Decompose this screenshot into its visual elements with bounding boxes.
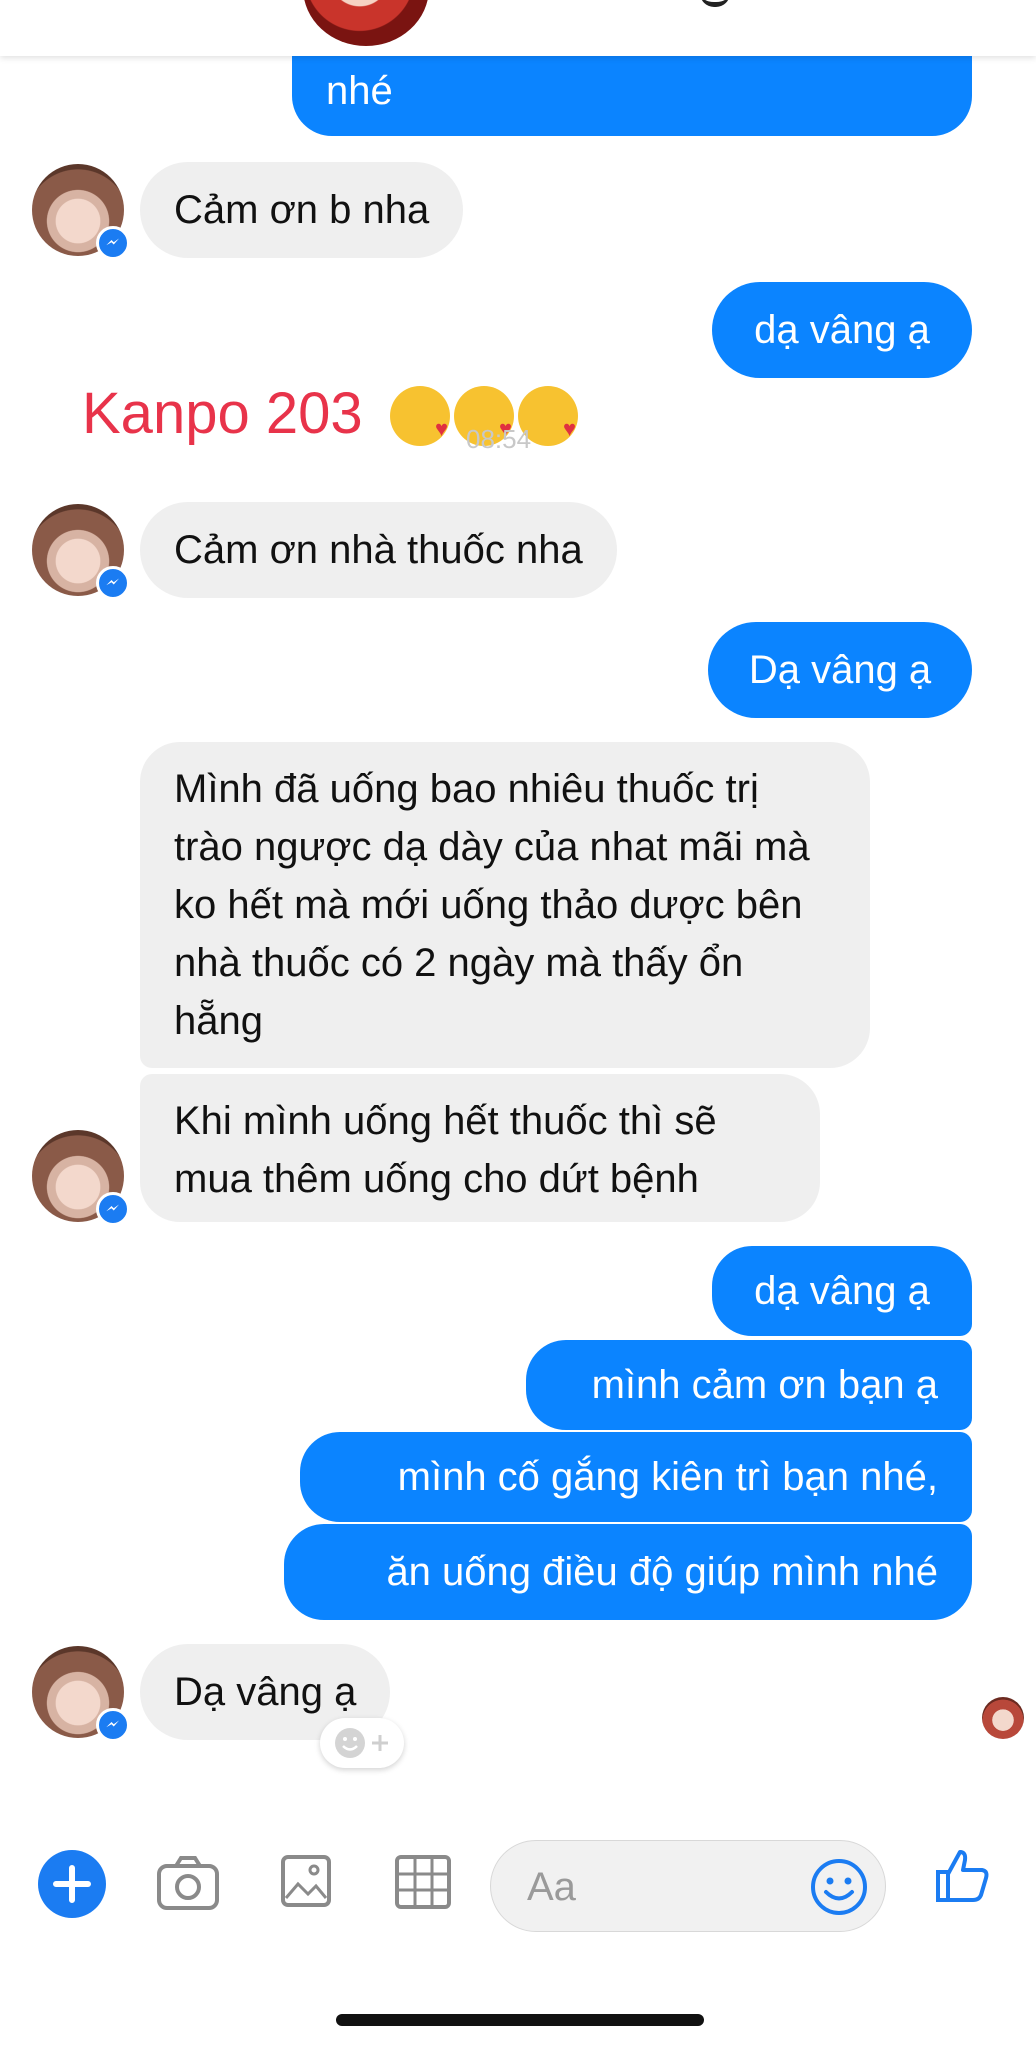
- contact-avatar[interactable]: [32, 1130, 130, 1226]
- message-timestamp: 08:54: [466, 424, 532, 454]
- seen-indicator-avatar: [982, 1697, 1024, 1739]
- message-bubble-incoming[interactable]: Khi mình uống hết thuốc thì sẽ mua thêm …: [140, 1074, 820, 1222]
- contact-avatar[interactable]: [32, 504, 130, 600]
- home-indicator[interactable]: [336, 2014, 704, 2026]
- chat-header: [0, 0, 1036, 56]
- add-reaction-button[interactable]: [320, 1718, 404, 1768]
- message-bubble-outgoing[interactable]: nhé: [292, 48, 972, 136]
- message-bubble-outgoing[interactable]: dạ vâng ạ: [712, 1246, 972, 1336]
- kiss-emoji-icon: ♥: [390, 386, 450, 446]
- smile-reaction-icon: [335, 1728, 365, 1758]
- message-bubble-incoming[interactable]: Mình đã uống bao nhiêu thuốc trị trào ng…: [140, 742, 870, 1068]
- message-bubble-outgoing[interactable]: mình cố gắng kiên trì bạn nhé,: [300, 1432, 972, 1522]
- contact-avatar[interactable]: [32, 1646, 130, 1742]
- camera-icon[interactable]: [156, 1854, 220, 1912]
- messenger-icon: [96, 226, 130, 260]
- messenger-icon: [96, 1192, 130, 1226]
- overlay-caption: Kanpo 203: [82, 381, 363, 446]
- contact-avatar[interactable]: [32, 164, 130, 260]
- messenger-icon: [96, 1708, 130, 1742]
- message-bubble-outgoing[interactable]: dạ vâng ạ: [712, 282, 972, 378]
- like-icon[interactable]: [932, 1846, 992, 1906]
- messenger-icon: [96, 566, 130, 600]
- message-bubble-outgoing[interactable]: mình cảm ơn bạn ạ: [526, 1340, 972, 1430]
- image-icon[interactable]: [280, 1854, 332, 1908]
- sticker-grid-icon[interactable]: [394, 1854, 452, 1910]
- message-bubble-incoming[interactable]: Cảm ơn nhà thuốc nha: [140, 502, 617, 598]
- message-bubble-incoming[interactable]: Cảm ơn b nha: [140, 162, 464, 258]
- message-bubble-outgoing[interactable]: ăn uống điều độ giúp mình nhé: [284, 1524, 972, 1620]
- emoji-icon[interactable]: [809, 1857, 869, 1917]
- composer-bar: [0, 1820, 1036, 1960]
- message-input-container[interactable]: [490, 1840, 886, 1932]
- message-bubble-outgoing[interactable]: Dạ vâng ạ: [708, 622, 972, 718]
- message-input[interactable]: [525, 1859, 779, 1915]
- plus-icon[interactable]: [38, 1850, 106, 1918]
- plus-small-icon: [372, 1735, 388, 1751]
